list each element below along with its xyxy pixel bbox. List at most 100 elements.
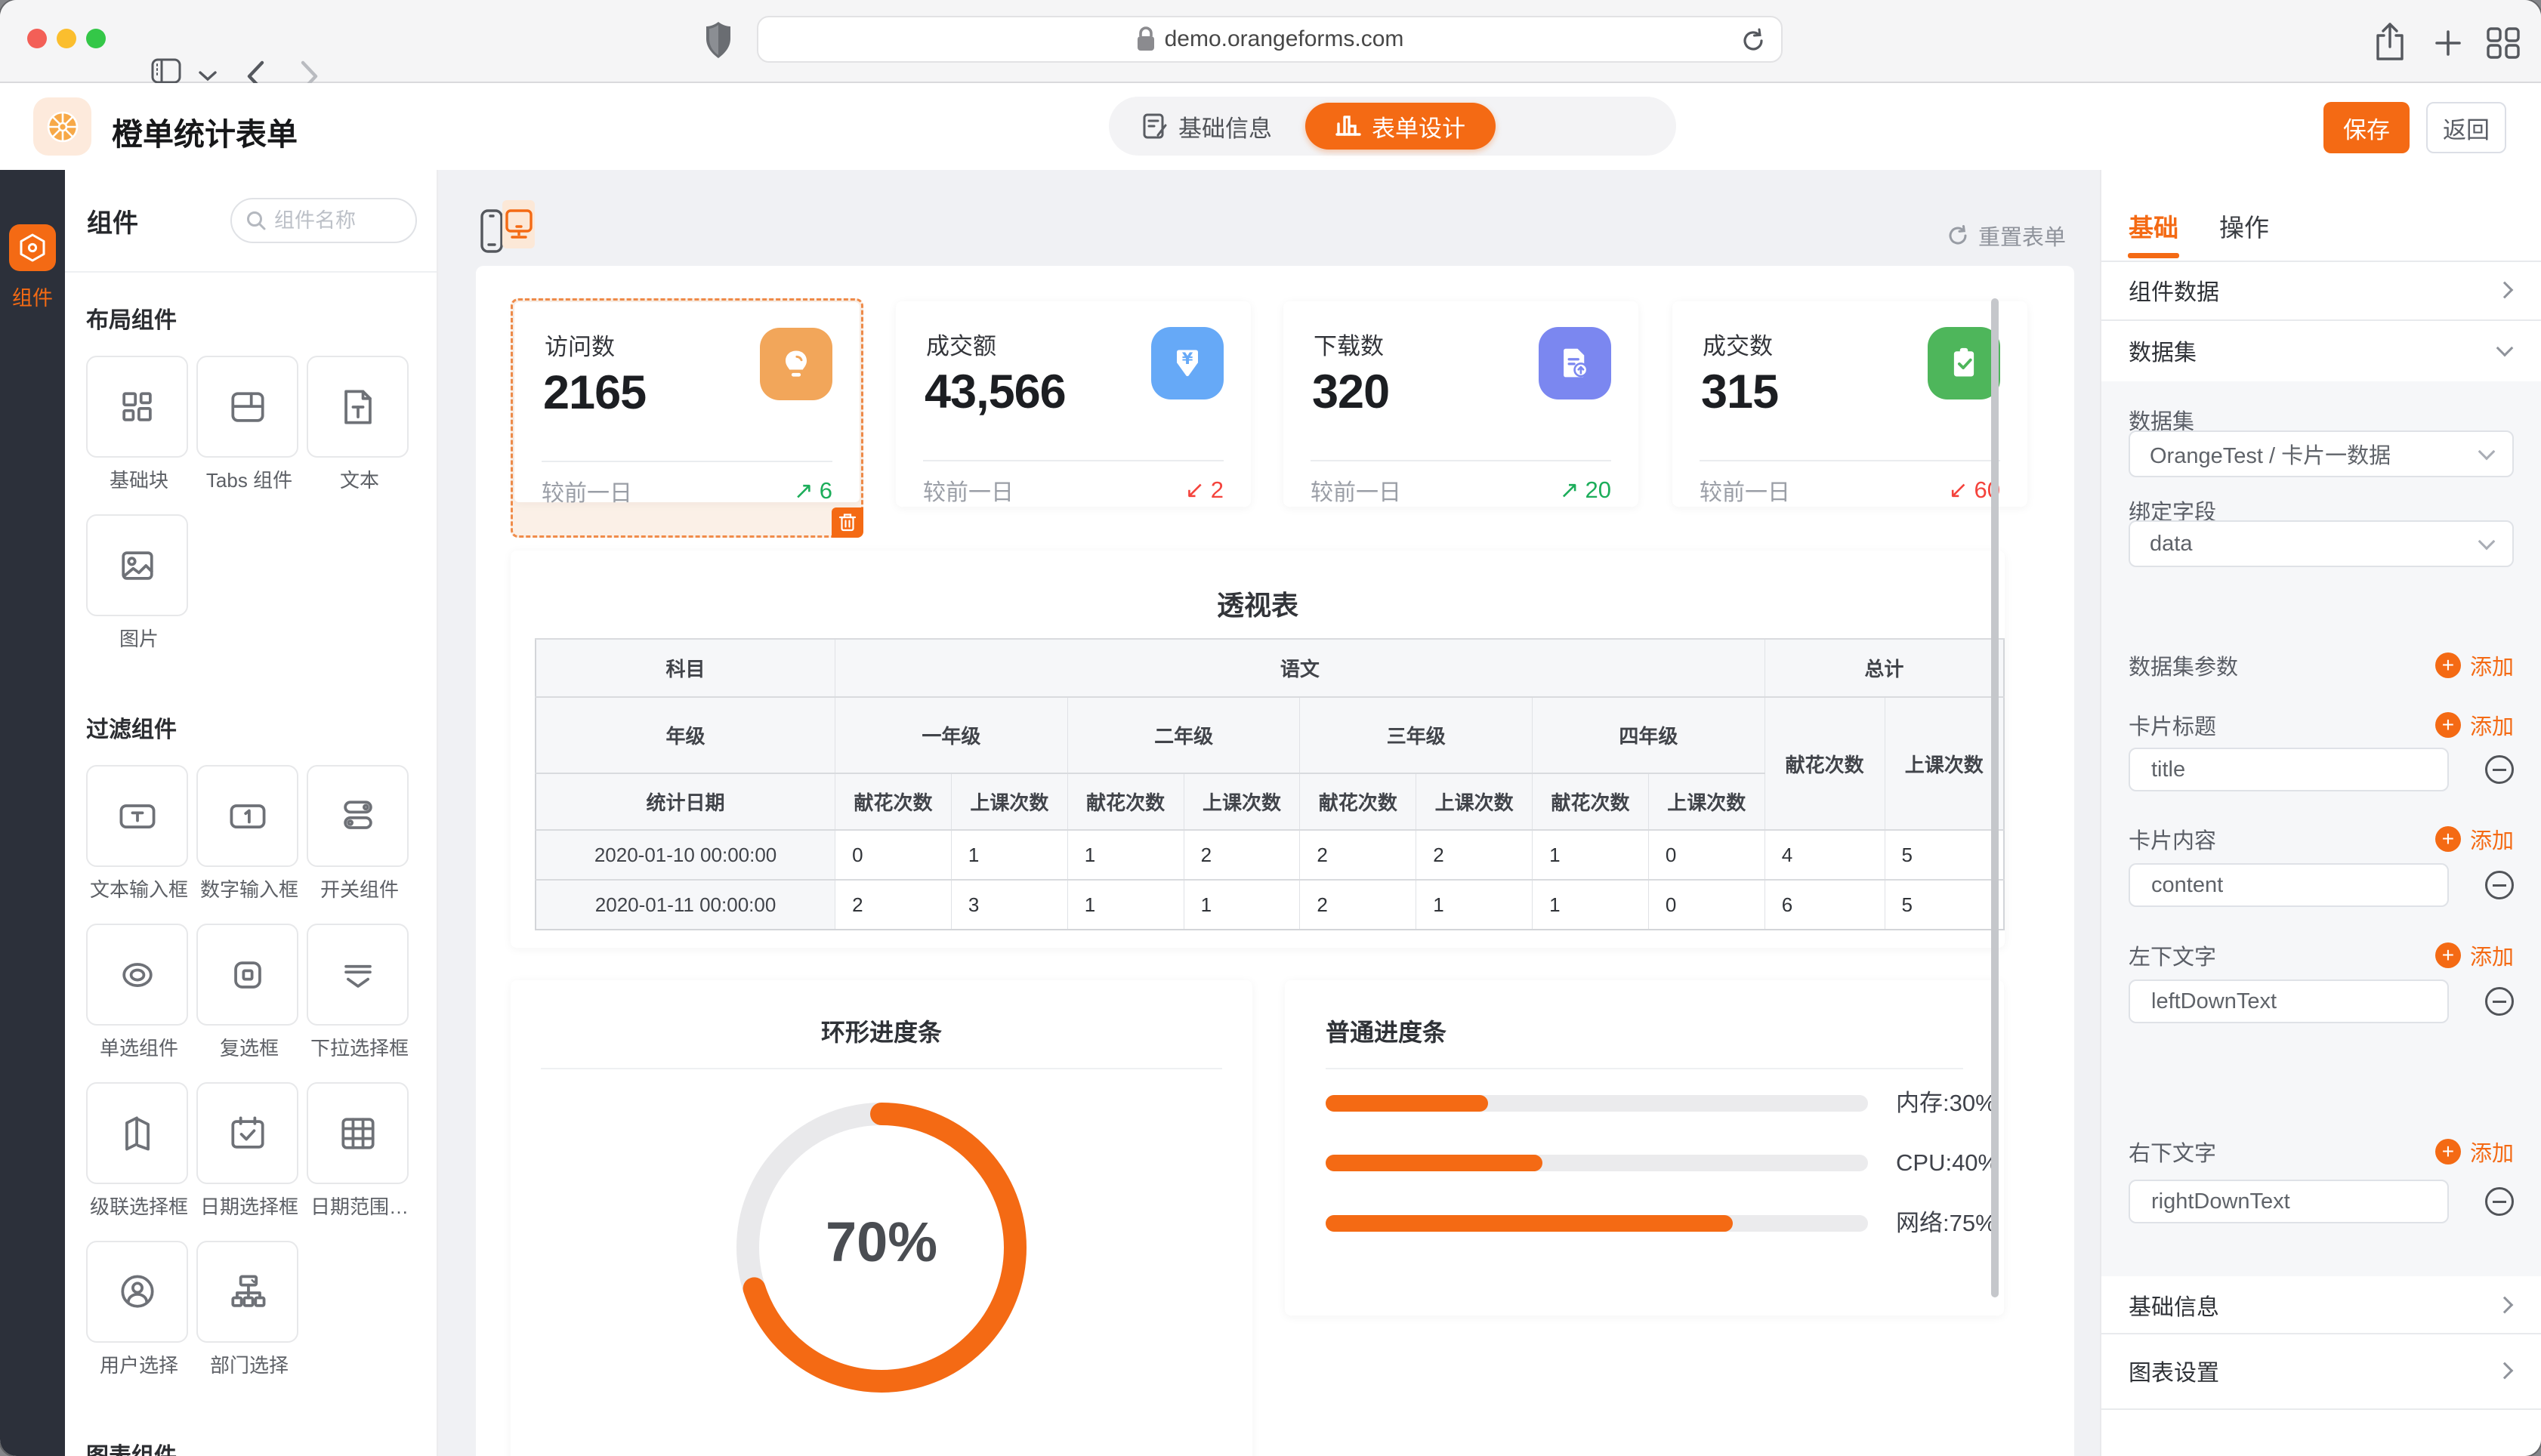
minimize-window-button[interactable] xyxy=(57,29,76,48)
bar-progress-title: 普通进度条 xyxy=(1326,1013,1446,1048)
chevron-right-icon xyxy=(2496,1296,2514,1313)
palette-header: 组件 xyxy=(65,170,437,273)
component-search[interactable] xyxy=(230,198,417,243)
basic-info-row[interactable]: 基础信息 xyxy=(2101,1276,2541,1333)
canvas-scrollbar[interactable] xyxy=(1991,298,1999,1297)
stat-card-3[interactable]: 下载数320较前一日↗20 xyxy=(1283,301,1638,507)
remove-title-button[interactable] xyxy=(2485,755,2514,784)
view-switcher: 基础信息 表单设计 xyxy=(1109,97,1676,156)
palette-item-label: 用户选择 xyxy=(86,1350,192,1378)
save-button[interactable]: 保存 xyxy=(2323,102,2410,153)
stat-compare-label: 较前一日 xyxy=(542,474,632,507)
pivot-value-cell: 1 xyxy=(1533,880,1649,930)
dataset-section-row[interactable]: 数据集 xyxy=(2101,319,2541,381)
pivot-table-widget[interactable]: 透视表 科目语文总计年级一年级二年级三年级四年级献花次数上课次数统计日期献花次数… xyxy=(511,551,2005,948)
palette-card-radio[interactable] xyxy=(86,924,188,1026)
tab-actions[interactable]: 操作 xyxy=(2219,208,2269,244)
remove-leftDownText-button[interactable] xyxy=(2485,987,2514,1016)
search-icon xyxy=(245,210,267,231)
palette-item: 单选组件 xyxy=(86,924,196,1061)
ring-progress-widget[interactable]: 环形进度条 70% xyxy=(511,980,1252,1456)
palette-item: 文本输入框 xyxy=(86,765,196,902)
chart-settings-row[interactable]: 图表设置 xyxy=(2101,1333,2541,1408)
add-title-button[interactable]: +添加 xyxy=(2435,709,2514,741)
tab-basic-info[interactable]: 基础信息 xyxy=(1109,110,1305,143)
lock-icon xyxy=(1136,26,1156,52)
pivot-value-cell: 2 xyxy=(835,880,952,930)
address-bar[interactable]: demo.orangeforms.com xyxy=(757,16,1783,63)
palette-card-dept[interactable] xyxy=(196,1241,298,1343)
dataset-settings: 数据集 OrangeTest / 卡片一数据 绑定字段 data 数据集参数 +… xyxy=(2101,381,2541,1276)
tab-form-design[interactable]: 表单设计 xyxy=(1305,103,1496,150)
bind-field-select[interactable]: data xyxy=(2129,520,2514,567)
tab-basic-info-label: 基础信息 xyxy=(1178,110,1272,143)
content-field[interactable]: content xyxy=(2129,863,2449,907)
title-field[interactable]: title xyxy=(2129,748,2449,791)
privacy-shield-icon[interactable] xyxy=(705,20,732,60)
palette-card-tabs[interactable] xyxy=(196,356,298,458)
palette-card-input-t[interactable] xyxy=(86,765,188,867)
palette-card-daterange[interactable] xyxy=(307,1082,409,1184)
delete-widget-button[interactable] xyxy=(832,507,863,538)
chart-settings-label: 图表设置 xyxy=(2129,1354,2219,1387)
remove-rightDownText-button[interactable] xyxy=(2485,1187,2514,1216)
palette-card-image[interactable] xyxy=(86,514,188,616)
pivot-value-cell: 6 xyxy=(1764,880,1885,930)
pivot-header-cell: 献花次数 xyxy=(835,773,952,830)
palette-item-label: 文本 xyxy=(307,465,412,493)
svg-text:¥: ¥ xyxy=(1182,350,1193,368)
pivot-header-cell: 科目 xyxy=(536,639,835,697)
pivot-table: 科目语文总计年级一年级二年级三年级四年级献花次数上课次数统计日期献花次数上课次数… xyxy=(535,638,2005,930)
progress-label: CPU:40% xyxy=(1896,1148,1999,1178)
close-window-button[interactable] xyxy=(27,29,47,48)
stat-card-4[interactable]: 成交数315较前一日↙60 xyxy=(1672,301,2027,507)
tab-basic[interactable]: 基础 xyxy=(2129,208,2178,244)
search-input[interactable] xyxy=(274,209,395,233)
tab-overview-icon[interactable] xyxy=(2487,27,2520,59)
reload-icon[interactable] xyxy=(1740,28,1766,54)
zoom-window-button[interactable] xyxy=(86,29,106,48)
sidebar-toggle-icon[interactable] xyxy=(151,58,181,84)
add-dataset-param-button[interactable]: + 添加 xyxy=(2435,649,2514,681)
leftDownText-field[interactable]: leftDownText xyxy=(2129,979,2449,1023)
dataset-select[interactable]: OrangeTest / 卡片一数据 xyxy=(2129,430,2514,477)
progress-track xyxy=(1326,1215,1868,1232)
palette-item-label: 日期选择框 xyxy=(196,1192,302,1220)
palette-card-switch[interactable] xyxy=(307,765,409,867)
add-rightDownText-button[interactable]: +添加 xyxy=(2435,1136,2514,1168)
chevron-down-icon[interactable] xyxy=(198,70,218,82)
palette-card-cascade[interactable] xyxy=(86,1082,188,1184)
bulb-icon xyxy=(760,328,832,400)
design-canvas: 重置表单 访问数2165较前一日↗6成交额¥43,566较前一日↙2下载数320… xyxy=(438,170,2100,1456)
rightDownText-field[interactable]: rightDownText xyxy=(2129,1180,2449,1223)
back-button[interactable]: 返回 xyxy=(2426,102,2506,153)
palette-card-date[interactable] xyxy=(196,1082,298,1184)
new-tab-icon[interactable] xyxy=(2434,29,2462,57)
divider xyxy=(1311,460,1611,461)
add-leftDownText-button[interactable]: +添加 xyxy=(2435,939,2514,971)
component-data-row[interactable]: 组件数据 xyxy=(2101,261,2541,319)
palette-card-input-1[interactable] xyxy=(196,765,298,867)
add-content-button[interactable]: +添加 xyxy=(2435,823,2514,855)
palette-card-doc[interactable] xyxy=(307,356,409,458)
divider xyxy=(542,461,832,462)
stat-card-2[interactable]: 成交额¥43,566较前一日↙2 xyxy=(896,301,1251,507)
stat-card-title: 成交额 xyxy=(926,327,996,361)
palette-card-select[interactable] xyxy=(307,924,409,1026)
palette-section: 过滤组件文本输入框数字输入框开关组件单选组件复选框下拉选择框级联选择框日期选择框… xyxy=(86,711,426,1399)
share-icon[interactable] xyxy=(2373,23,2407,62)
palette-card-user[interactable] xyxy=(86,1241,188,1343)
palette-card-checkbox[interactable] xyxy=(196,924,298,1026)
palette-card-grid[interactable] xyxy=(86,356,188,458)
stat-card-1[interactable]: 访问数2165较前一日↗6 xyxy=(514,302,860,502)
chevron-right-icon xyxy=(2496,282,2514,299)
field-input-row: content xyxy=(2129,863,2514,907)
pivot-value-cell: 5 xyxy=(1885,880,2004,930)
input-t-icon xyxy=(115,794,160,839)
remove-content-button[interactable] xyxy=(2485,871,2514,899)
components-rail-item[interactable] xyxy=(9,224,56,271)
mobile-preview-button[interactable] xyxy=(480,209,504,253)
bar-progress-widget[interactable]: 普通进度条 内存:30%CPU:40%网络:75% xyxy=(1285,980,2004,1316)
reset-form-button[interactable]: 重置表单 xyxy=(1947,220,2066,251)
desktop-preview-button[interactable] xyxy=(502,200,535,248)
